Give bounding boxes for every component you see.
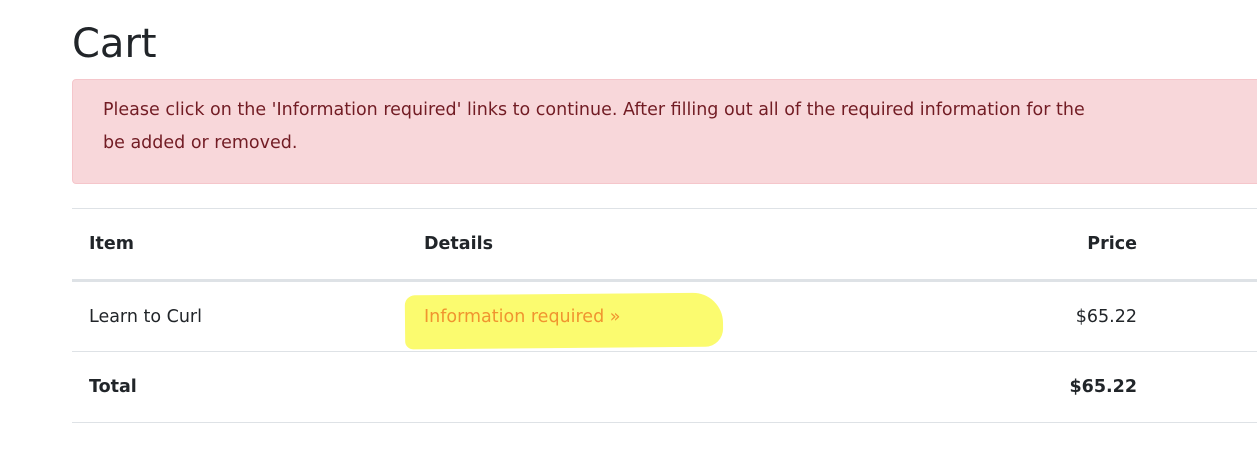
information-required-link[interactable]: Information required »: [424, 307, 620, 327]
cart-table: Item Details Price Learn to Curl Informa…: [72, 208, 1257, 423]
alert-text-line-2: be added or removed.: [103, 133, 298, 153]
item-name: Learn to Curl: [89, 306, 202, 327]
details-cell: Information required »: [424, 282, 620, 351]
header-price: Price: [1087, 234, 1137, 254]
alert-text-line-1: Please click on the 'Information require…: [103, 100, 1085, 120]
table-total-row: Total $65.22: [72, 351, 1257, 423]
header-item: Item: [89, 234, 134, 254]
page-title: Cart: [72, 21, 157, 67]
table-header-row: Item Details Price: [72, 208, 1257, 281]
table-row: Learn to Curl Information required » $65…: [72, 281, 1257, 351]
total-price: $65.22: [1069, 377, 1137, 397]
header-details: Details: [424, 234, 493, 254]
info-required-alert: Please click on the 'Information require…: [72, 79, 1257, 184]
item-price: $65.22: [1075, 306, 1137, 327]
total-label: Total: [89, 377, 137, 397]
